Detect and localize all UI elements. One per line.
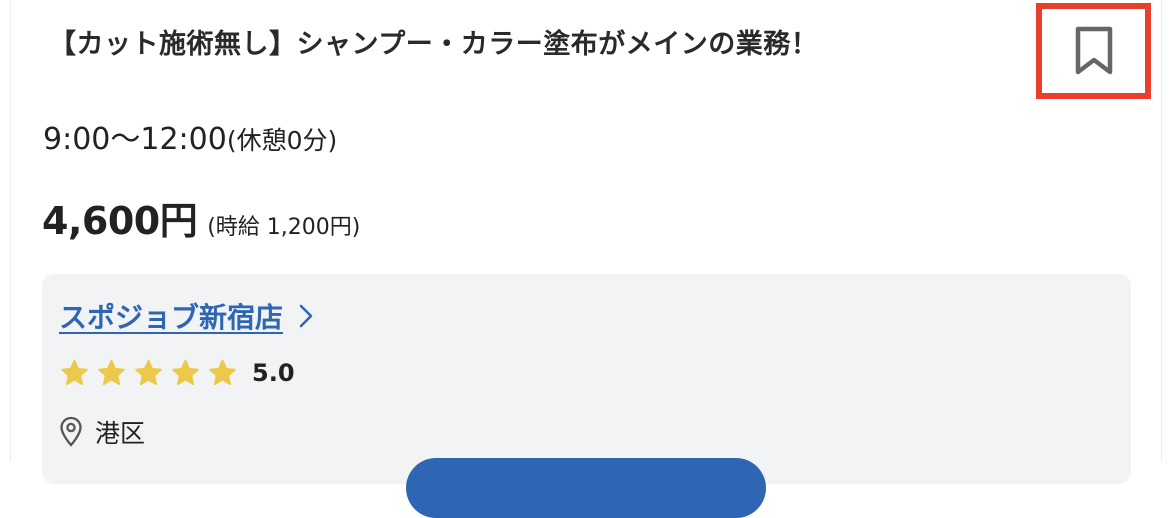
apply-button[interactable]: [406, 458, 766, 518]
star-icon: [172, 359, 199, 386]
shop-area: 港区: [95, 419, 146, 448]
shop-link[interactable]: スポジョブ新宿店: [59, 296, 313, 336]
rating-value: 5.0: [252, 359, 295, 387]
star-icon: [135, 359, 162, 386]
star-icon: [61, 359, 88, 386]
bookmark-button[interactable]: [1036, 3, 1151, 99]
job-title: 【カット施術無し】シャンプー・カラー塗布がメインの業務！: [49, 29, 819, 60]
rating-stars: [59, 358, 244, 388]
shop-name[interactable]: スポジョブ新宿店: [59, 296, 283, 336]
shop-location: 港区: [59, 414, 145, 450]
break-time: (休憩0分): [226, 126, 338, 155]
hourly-wage: (時給 1,200円): [207, 215, 361, 240]
work-time: 9:00〜12:00: [43, 122, 227, 157]
map-pin-icon: [60, 416, 82, 447]
star-icon: [209, 359, 236, 386]
job-card[interactable]: 【カット施術無し】シャンプー・カラー塗布がメインの業務！ 9:00〜12:00(…: [10, 0, 1162, 518]
bookmark-icon: [1075, 26, 1112, 75]
shop-panel: スポジョブ新宿店 5.0 港区: [42, 274, 1131, 518]
chevron-right-icon: [299, 304, 313, 328]
star-icon: [98, 359, 125, 386]
shop-rating: 5.0: [59, 358, 295, 388]
total-pay: 4,600円: [42, 199, 198, 243]
work-hours: 9:00〜12:00(休憩0分): [43, 114, 337, 158]
wage: 4,600円 (時給 1,200円): [42, 190, 360, 245]
